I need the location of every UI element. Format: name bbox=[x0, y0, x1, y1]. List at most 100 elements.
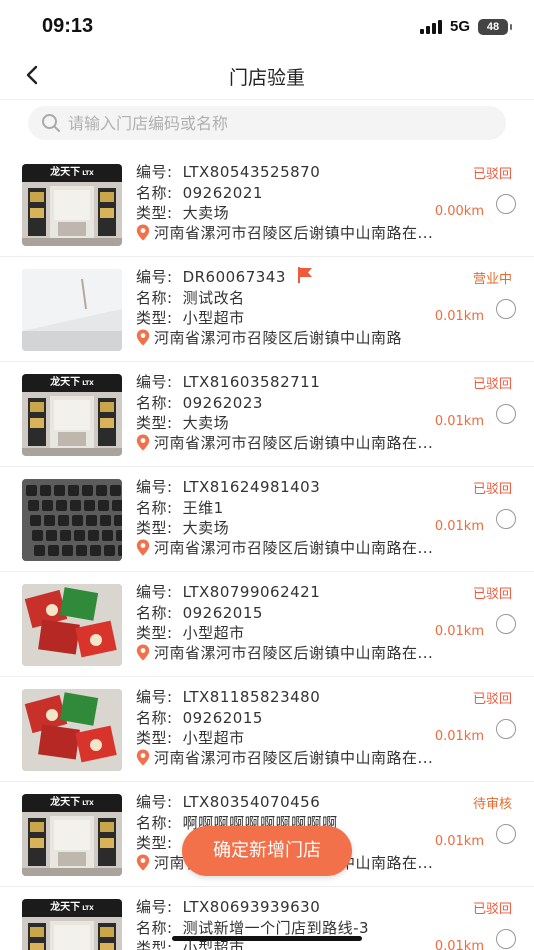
store-address-row: 河南省漯河市召陵区后谢镇中山南路在... bbox=[136, 537, 433, 558]
store-name: 09262023 bbox=[182, 394, 263, 412]
page-title: 门店验重 bbox=[228, 67, 305, 89]
store-code-row: 编号: LTX80693939630 bbox=[136, 896, 320, 917]
store-photo: 龙天下 LTX bbox=[22, 374, 122, 456]
search-icon bbox=[42, 114, 60, 132]
name-label: 名称: bbox=[136, 499, 173, 517]
name-label: 名称: bbox=[136, 184, 173, 202]
store-address: 河南省漯河市召陵区后谢镇中山南路在... bbox=[154, 644, 434, 662]
store-name: 09262015 bbox=[182, 709, 263, 727]
type-label: 类型: bbox=[136, 414, 173, 432]
store-address: 河南省漯河市召陵区后谢镇中山南路在... bbox=[154, 539, 434, 557]
location-pin-icon bbox=[136, 539, 150, 556]
select-radio[interactable] bbox=[496, 824, 516, 844]
select-radio[interactable] bbox=[496, 929, 516, 949]
signal-icon bbox=[419, 19, 442, 34]
store-type: 大卖场 bbox=[182, 414, 230, 432]
status-badge: 已驳回 bbox=[472, 692, 512, 707]
store-distance: 0.01km bbox=[434, 939, 484, 950]
store-distance: 0.01km bbox=[434, 414, 484, 429]
home-indicator bbox=[172, 936, 362, 941]
store-distance: 0.01km bbox=[434, 624, 484, 639]
store-address-row: 河南省漯河市召陵区后谢镇中山南路在... bbox=[136, 642, 433, 663]
store-item[interactable]: 龙天下 LTX 编号: LTX81603582711 名称: 09262023 类型: 大卖… bbox=[0, 362, 534, 467]
store-type-row: 类型: 小型超市 bbox=[136, 727, 245, 748]
type-label: 类型: bbox=[136, 729, 173, 747]
location-pin-icon bbox=[136, 644, 150, 661]
name-label: 名称: bbox=[136, 289, 173, 307]
store-sign-text: 龙天下 LTX bbox=[22, 374, 122, 392]
location-pin-icon bbox=[136, 224, 150, 241]
store-photo bbox=[22, 584, 122, 666]
code-label: 编号: bbox=[136, 793, 173, 811]
store-distance: 0.01km bbox=[434, 309, 484, 324]
store-item[interactable]: 编号: DR60067343 名称: 测试改名 类型: 小型超市 河南省漯河市召陵区后谢镇中… bbox=[0, 257, 534, 362]
status-bar: 09:13 5G 48 bbox=[0, 0, 534, 54]
store-item[interactable]: 龙天下 LTX 编号: LTX80543525870 名称: 09262021 类型: 大卖… bbox=[0, 152, 534, 257]
store-code-row: 编号: LTX81185823480 bbox=[136, 686, 320, 707]
code-label: 编号: bbox=[136, 373, 173, 391]
store-code: LTX81624981403 bbox=[182, 478, 321, 496]
store-name: 测试改名 bbox=[182, 289, 245, 307]
store-photo: 龙天下 LTX bbox=[22, 794, 122, 876]
status-indicators: 5G 48 bbox=[419, 18, 512, 35]
status-badge: 已驳回 bbox=[472, 377, 512, 392]
store-name: 王维1 bbox=[182, 499, 224, 517]
store-item[interactable]: 编号: LTX81185823480 名称: 09262015 类型: 小型超市 河南省漯河… bbox=[0, 677, 534, 782]
confirm-add-store-button[interactable]: 确定新增门店 bbox=[182, 826, 352, 876]
store-code: LTX80799062421 bbox=[182, 583, 321, 601]
store-code: LTX80543525870 bbox=[182, 163, 321, 181]
store-distance: 0.01km bbox=[434, 834, 484, 849]
store-photo: 龙天下 LTX bbox=[22, 899, 122, 950]
nav-bar: 门店验重 bbox=[0, 54, 534, 100]
store-code: LTX80354070456 bbox=[182, 793, 321, 811]
battery-icon: 48 bbox=[478, 18, 512, 35]
store-item[interactable]: 编号: LTX81624981403 名称: 王维1 类型: 大卖场 河南省漯河市召陵区后谢… bbox=[0, 467, 534, 572]
store-photo bbox=[22, 479, 122, 561]
select-radio[interactable] bbox=[496, 509, 516, 529]
code-label: 编号: bbox=[136, 478, 173, 496]
store-type: 大卖场 bbox=[182, 519, 230, 537]
store-sign-text: 龙天下 LTX bbox=[22, 794, 122, 812]
store-distance: 0.01km bbox=[434, 519, 484, 534]
status-badge: 已驳回 bbox=[472, 167, 512, 182]
code-label: 编号: bbox=[136, 898, 173, 916]
store-address: 河南省漯河市召陵区后谢镇中山南路在... bbox=[154, 224, 434, 242]
select-radio[interactable] bbox=[496, 719, 516, 739]
location-pin-icon bbox=[136, 854, 150, 871]
code-label: 编号: bbox=[136, 268, 173, 286]
store-type-row: 类型: 大卖场 bbox=[136, 517, 229, 538]
name-label: 名称: bbox=[136, 709, 173, 727]
name-label: 名称: bbox=[136, 394, 173, 412]
store-type: 小型超市 bbox=[182, 624, 245, 642]
select-radio[interactable] bbox=[496, 404, 516, 424]
store-name: 09262021 bbox=[182, 184, 263, 202]
store-type-row: 类型: 小型超市 bbox=[136, 307, 245, 328]
search-input[interactable] bbox=[68, 113, 506, 133]
search-bar[interactable] bbox=[28, 106, 506, 140]
store-item[interactable]: 编号: LTX80799062421 名称: 09262015 类型: 小型超市 河南省漯河… bbox=[0, 572, 534, 677]
store-photo bbox=[22, 269, 122, 351]
type-label: 类型: bbox=[136, 624, 173, 642]
location-pin-icon bbox=[136, 434, 150, 451]
store-address-row: 河南省漯河市召陵区后谢镇中山南路 bbox=[136, 327, 402, 348]
select-radio[interactable] bbox=[496, 614, 516, 634]
store-name-row: 名称: 09262015 bbox=[136, 707, 263, 728]
status-badge: 待审核 bbox=[472, 797, 512, 812]
location-pin-icon bbox=[136, 329, 150, 346]
code-label: 编号: bbox=[136, 163, 173, 181]
store-name: 09262015 bbox=[182, 604, 263, 622]
select-radio[interactable] bbox=[496, 299, 516, 319]
select-radio[interactable] bbox=[496, 194, 516, 214]
store-sign-text: 龙天下 LTX bbox=[22, 164, 122, 182]
store-sign-text: 龙天下 LTX bbox=[22, 899, 122, 917]
name-label: 名称: bbox=[136, 919, 173, 937]
store-code-row: 编号: LTX80354070456 bbox=[136, 791, 320, 812]
store-code-row: 编号: LTX81603582711 bbox=[136, 371, 320, 392]
store-type-row: 类型: 大卖场 bbox=[136, 202, 229, 223]
type-label: 类型: bbox=[136, 939, 173, 950]
store-code-row: 编号: DR60067343 bbox=[136, 266, 314, 287]
name-label: 名称: bbox=[136, 814, 173, 832]
store-address: 河南省漯河市召陵区后谢镇中山南路在... bbox=[154, 434, 434, 452]
store-code: LTX81603582711 bbox=[182, 373, 321, 391]
status-badge: 营业中 bbox=[472, 272, 512, 287]
